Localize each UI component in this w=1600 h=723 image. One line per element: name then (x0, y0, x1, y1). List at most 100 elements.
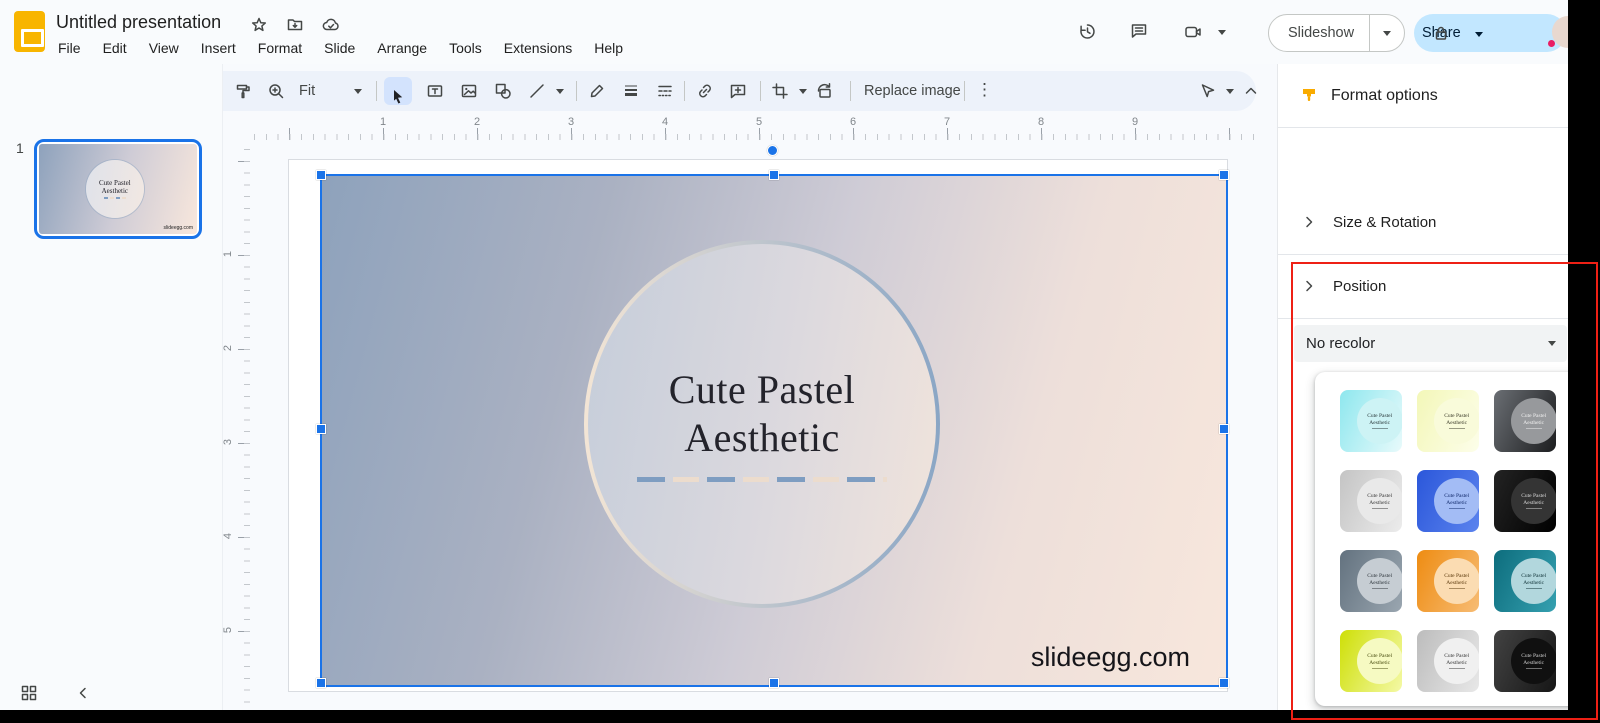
vertical-ruler: 1 2 3 4 5 (222, 140, 250, 710)
select-caret-icon (1548, 341, 1556, 346)
selected-image[interactable]: Cute Pastel Aesthetic slideegg.com (322, 176, 1228, 687)
handle-mid-right[interactable] (1219, 424, 1229, 434)
app-header: Untitled presentation File Edit View Insert… (0, 0, 1600, 64)
pointer-dropdown-icon[interactable] (1226, 89, 1234, 94)
slide-title-line2: Aesthetic (684, 414, 840, 460)
hruler-number: 8 (1038, 116, 1045, 128)
insert-link-icon[interactable] (696, 82, 714, 100)
horizontal-ruler: 1 2 3 4 5 6 7 8 9 (250, 115, 1258, 140)
recolor-select[interactable]: No recolor (1294, 325, 1567, 362)
version-history-icon[interactable] (1078, 22, 1096, 40)
recolor-option-teal[interactable]: Cute Pastel Aesthetic (1494, 550, 1556, 612)
recolor-popup: Cute Pastel Aesthetic Cute Pastel Aesthetic… (1315, 372, 1600, 706)
cloud-status-icon (322, 16, 340, 34)
slideshow-dropdown[interactable] (1369, 15, 1404, 51)
vruler-number: 2 (222, 344, 235, 352)
format-paint-icon (1300, 86, 1318, 104)
move-folder-icon[interactable] (286, 16, 304, 34)
pen-pointer-icon[interactable] (1199, 82, 1217, 100)
handle-bottom-center[interactable] (769, 678, 779, 688)
vruler-number: 5 (222, 626, 235, 634)
meet-camera-icon[interactable] (1184, 23, 1202, 41)
section-size-rotation[interactable]: Size & Rotation (1278, 190, 1600, 254)
insert-shape-icon[interactable] (494, 82, 512, 100)
recolor-option-slate[interactable]: Cute Pastel Aesthetic (1340, 550, 1402, 612)
slide-circle: Cute Pastel Aesthetic (584, 240, 940, 608)
insert-image-icon[interactable] (460, 82, 478, 100)
replace-image-button[interactable]: Replace image (864, 83, 961, 99)
slides-logo-icon[interactable] (14, 11, 45, 52)
collapse-toolbar-icon[interactable] (1242, 82, 1260, 100)
handle-top-right[interactable] (1219, 170, 1229, 180)
menu-help[interactable]: Help (586, 38, 631, 58)
recolor-option-pale-yellow[interactable]: Cute Pastel Aesthetic (1417, 390, 1479, 452)
rotation-handle[interactable] (767, 145, 778, 156)
slide-number: 1 (16, 140, 24, 156)
collapse-filmstrip-icon[interactable] (74, 684, 92, 702)
recolor-option-orange[interactable]: Cute Pastel Aesthetic (1417, 550, 1479, 612)
recolor-option-charcoal[interactable]: Cute Pastel Aesthetic (1494, 630, 1556, 692)
document-title[interactable]: Untitled presentation (56, 12, 221, 33)
thumb-circle: Cute Pastel Aesthetic (85, 160, 144, 218)
scribble-icon[interactable] (588, 82, 606, 100)
section-position[interactable]: Position (1278, 254, 1600, 318)
zoom-select[interactable]: Fit (299, 83, 315, 99)
menu-view[interactable]: View (141, 38, 187, 58)
handle-mid-left[interactable] (316, 424, 326, 434)
slide-dashes (637, 476, 887, 482)
share-dropdown[interactable] (1474, 24, 1483, 42)
camera-dropdown-icon[interactable] (1218, 30, 1226, 35)
hruler-number: 1 (380, 116, 387, 128)
bottom-black-bar (0, 710, 1600, 723)
zoom-in-icon[interactable] (267, 82, 285, 100)
insert-line-icon[interactable] (528, 82, 546, 100)
mask-dropdown-icon[interactable] (799, 89, 807, 94)
menu-file[interactable]: File (50, 38, 89, 58)
panel-title: Format options (1331, 87, 1438, 104)
handle-top-center[interactable] (769, 170, 779, 180)
menubar: File Edit View Insert Format Slide Arrange Tool… (50, 38, 631, 58)
border-dash-icon[interactable] (656, 82, 674, 100)
notification-dot (1548, 40, 1555, 47)
zoom-dropdown-icon[interactable] (354, 89, 362, 94)
border-weight-icon[interactable] (622, 82, 640, 100)
menu-insert[interactable]: Insert (193, 38, 244, 58)
share-button[interactable]: Share (1414, 14, 1566, 52)
handle-bottom-left[interactable] (316, 678, 326, 688)
recolor-option-dark-gray[interactable]: Cute Pastel Aesthetic (1494, 390, 1556, 452)
hruler-number: 3 (568, 116, 575, 128)
grid-view-icon[interactable] (20, 684, 38, 702)
recolor-option-silver[interactable]: Cute Pastel Aesthetic (1417, 630, 1479, 692)
comments-icon[interactable] (1130, 22, 1148, 40)
vruler-number: 4 (222, 532, 235, 540)
recolor-option-chartreuse[interactable]: Cute Pastel Aesthetic (1340, 630, 1402, 692)
slideshow-button[interactable]: Slideshow (1268, 14, 1405, 52)
star-icon[interactable] (250, 16, 268, 34)
right-black-bar (1568, 0, 1600, 723)
select-tool-button[interactable] (384, 77, 412, 105)
menu-format[interactable]: Format (250, 38, 310, 58)
recolor-option-cyan[interactable]: Cute Pastel Aesthetic (1340, 390, 1402, 452)
recolor-option-black[interactable]: Cute Pastel Aesthetic (1494, 470, 1556, 532)
menu-tools[interactable]: Tools (441, 38, 490, 58)
more-options-icon[interactable]: ⋮ (976, 80, 993, 100)
handle-top-left[interactable] (316, 170, 326, 180)
slide-thumbnail[interactable]: Cute Pastel Aesthetic slideegg.com (34, 139, 202, 239)
paint-format-icon[interactable] (234, 82, 252, 100)
text-box-icon[interactable] (426, 82, 444, 100)
crop-icon[interactable] (771, 82, 789, 100)
chevron-right-icon (1300, 213, 1318, 231)
hruler-number: 5 (756, 116, 763, 128)
recolor-option-blue[interactable]: Cute Pastel Aesthetic (1417, 470, 1479, 532)
slide-watermark: slideegg.com (1030, 642, 1190, 672)
menu-extensions[interactable]: Extensions (496, 38, 580, 58)
hruler-number: 9 (1132, 116, 1139, 128)
add-comment-icon[interactable] (729, 82, 747, 100)
recolor-option-light-gray[interactable]: Cute Pastel Aesthetic (1340, 470, 1402, 532)
line-dropdown-icon[interactable] (556, 89, 564, 94)
menu-arrange[interactable]: Arrange (369, 38, 435, 58)
replace-image-icon[interactable] (815, 82, 833, 100)
handle-bottom-right[interactable] (1219, 678, 1229, 688)
menu-slide[interactable]: Slide (316, 38, 363, 58)
menu-edit[interactable]: Edit (95, 38, 135, 58)
